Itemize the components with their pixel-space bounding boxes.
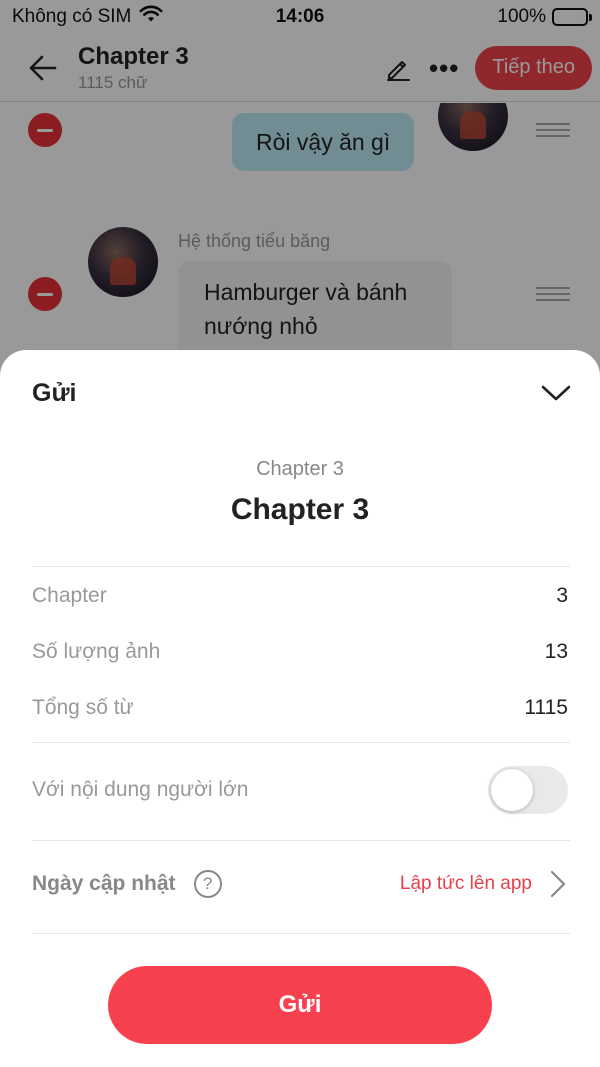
update-date-label: Ngày cập nhật (32, 872, 176, 895)
adult-content-toggle[interactable] (488, 766, 568, 814)
update-date-label-group: Ngày cập nhật ? (32, 870, 222, 898)
info-row-word-count: Tổng số từ 1115 (32, 696, 568, 720)
divider (32, 933, 570, 934)
adult-content-row: Với nội dung người lớn (32, 766, 568, 814)
info-label: Tổng số từ (32, 696, 134, 719)
info-value: 3 (556, 584, 568, 607)
update-date-row[interactable]: Ngày cập nhật ? Lập tức lên app (32, 870, 568, 898)
submit-button[interactable]: Gửi (108, 966, 492, 1044)
update-date-value: Lập tức lên app (399, 873, 532, 894)
divider (32, 742, 570, 743)
chapter-subtitle: Chapter 3 (256, 458, 344, 480)
info-row-chapter: Chapter 3 (32, 584, 568, 608)
info-value: 1115 (524, 696, 568, 719)
help-icon[interactable]: ? (193, 870, 222, 898)
divider (32, 566, 570, 567)
info-label: Số lượng ảnh (32, 640, 161, 663)
chevron-right-icon (548, 870, 568, 898)
update-date-value-group[interactable]: Lập tức lên app (400, 870, 568, 898)
adult-content-label: Với nội dung người lớn (32, 778, 249, 801)
chapter-name: Chapter 3 (230, 493, 370, 526)
divider (32, 840, 570, 841)
info-value: 13 (544, 640, 568, 663)
info-row-image-count: Số lượng ảnh 13 (32, 640, 568, 664)
chevron-down-icon[interactable] (540, 377, 572, 409)
sheet-header: Gửi (0, 350, 600, 436)
info-label: Chapter (32, 584, 107, 607)
publish-sheet: Gửi Chapter 3 Chapter 3 Chapter 3 Số lượ… (0, 350, 600, 1067)
sheet-title: Gửi (32, 378, 77, 407)
